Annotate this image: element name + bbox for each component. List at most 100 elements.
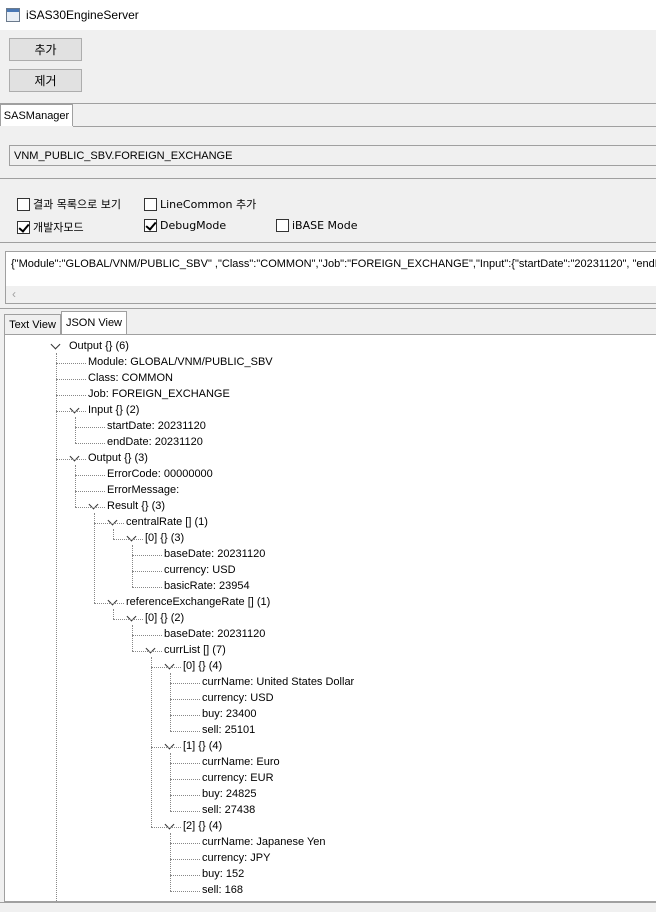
tree-guide-line (113, 609, 114, 619)
tree-leaf-node[interactable]: currency: EUR (202, 771, 274, 786)
window-title: iSAS30EngineServer (26, 8, 139, 22)
tree-leaf-node[interactable]: sell: 168 (202, 883, 243, 898)
tree-leaf-node[interactable]: currName: Euro (202, 755, 280, 770)
tree-connector (56, 411, 86, 412)
tree-leaf-node[interactable]: startDate: 20231120 (107, 419, 206, 434)
checkbox-box (144, 197, 157, 211)
ibase-mode-checkbox[interactable]: iBASE Mode (276, 219, 358, 232)
tree-leaf-node[interactable]: Job: FOREIGN_EXCHANGE (88, 387, 230, 402)
remove-button[interactable]: 제거 (9, 69, 82, 92)
tree-leaf-node[interactable]: baseDate: 20231120 (164, 627, 265, 642)
tab-text-view[interactable]: Text View (4, 314, 61, 334)
tree-connector (56, 395, 86, 396)
tree-branch-node[interactable]: [1] {} (4) (183, 739, 222, 754)
tree-connector (151, 827, 181, 828)
json-tree-view[interactable]: Output {} (6) Module: GLOBAL/VNM/PUBLIC_S… (4, 334, 656, 902)
checkbox-box (17, 197, 30, 211)
tree-branch-node[interactable]: Output {} (3) (88, 451, 148, 466)
tree-connector (56, 459, 86, 460)
tree-leaf-node[interactable]: sell: 27438 (202, 803, 255, 818)
tree-leaf-node[interactable]: sell: 25101 (202, 723, 255, 738)
tree-branch-node[interactable]: Result {} (3) (107, 499, 165, 514)
tree-branch-node[interactable]: [0] {} (2) (145, 611, 184, 626)
tree-branch-node[interactable]: [0] {} (3) (145, 531, 184, 546)
tree-connector (75, 475, 105, 476)
tree-guide-line (75, 417, 76, 443)
tree-connector (94, 603, 124, 604)
checkbox-box (276, 219, 289, 232)
title-bar: iSAS30EngineServer (0, 0, 656, 30)
tree-connector (132, 587, 162, 588)
tree-leaf-node[interactable]: currName: Japanese Yen (202, 835, 326, 850)
divider (0, 178, 656, 179)
tree-guide-line (94, 513, 95, 603)
tree-branch-node[interactable]: currList [] (7) (164, 643, 226, 658)
tree-connector (94, 523, 124, 524)
tree-leaf-node[interactable]: endDate: 20231120 (107, 435, 203, 450)
tree-connector (132, 651, 162, 652)
checkbox-label: iBASE Mode (292, 219, 358, 232)
horizontal-scrollbar[interactable]: ‹ (6, 286, 656, 303)
tree-guide-line (151, 657, 152, 827)
tree-leaf-node[interactable]: ErrorMessage: (107, 483, 179, 498)
tree-leaf-node[interactable]: buy: 152 (202, 867, 244, 882)
tree-branch-node[interactable]: Input {} (2) (88, 403, 139, 418)
tree-connector (56, 379, 86, 380)
status-bar (0, 902, 656, 912)
tree-leaf-node[interactable]: buy: 23400 (202, 707, 256, 722)
tab-json-view[interactable]: JSON View (61, 311, 127, 334)
tree-connector (170, 795, 200, 796)
tree-connector (75, 443, 105, 444)
developer-mode-checkbox[interactable]: 개발자모드 (17, 219, 84, 235)
tree-connector (151, 747, 181, 748)
request-json-text: {"Module":"GLOBAL/VNM/PUBLIC_SBV" ,"Clas… (11, 258, 656, 270)
tree-branch-node[interactable]: [2] {} (4) (183, 819, 222, 834)
tree-leaf-node[interactable]: Class: COMMON (88, 371, 173, 386)
tree-branch-node[interactable]: [0] {} (4) (183, 659, 222, 674)
tree-connector (170, 811, 200, 812)
request-json-input[interactable]: {"Module":"GLOBAL/VNM/PUBLIC_SBV" ,"Clas… (5, 251, 656, 304)
tree-connector (170, 859, 200, 860)
tree-leaf-node[interactable]: buy: 24825 (202, 787, 256, 802)
app-window-icon (6, 8, 20, 22)
tree-connector (132, 635, 162, 636)
tree-connector (170, 891, 200, 892)
checkbox-label: LineCommon 추가 (160, 198, 257, 211)
tab-sasmanager[interactable]: SASManager (0, 104, 73, 126)
tree-connector (113, 539, 143, 540)
expand-chevron-icon[interactable] (50, 339, 61, 350)
module-path-field[interactable]: VNM_PUBLIC_SBV.FOREIGN_EXCHANGE (9, 145, 656, 166)
debug-mode-checkbox[interactable]: DebugMode (144, 219, 226, 232)
tree-connector (170, 763, 200, 764)
tree-connector (170, 843, 200, 844)
tree-branch-node[interactable]: centralRate [] (1) (126, 515, 208, 530)
tree-connector (170, 731, 200, 732)
tree-guide-line (75, 465, 76, 507)
tree-connector (56, 363, 86, 364)
tree-connector (132, 555, 162, 556)
tree-guide-line (56, 353, 57, 901)
scroll-left-icon[interactable]: ‹ (12, 286, 16, 303)
checkbox-box (144, 219, 157, 232)
tree-connector (132, 571, 162, 572)
divider (0, 242, 656, 243)
tree-leaf-node[interactable]: ErrorCode: 00000000 (107, 467, 213, 482)
tree-branch-node[interactable]: Output {} (6) (69, 339, 129, 354)
tree-connector (151, 667, 181, 668)
tree-leaf-node[interactable]: Module: GLOBAL/VNM/PUBLIC_SBV (88, 355, 273, 370)
tree-branch-node[interactable]: referenceExchangeRate [] (1) (126, 595, 270, 610)
tree-connector (170, 715, 200, 716)
tree-leaf-node[interactable]: baseDate: 20231120 (164, 547, 265, 562)
tree-leaf-node[interactable]: currency: JPY (202, 851, 270, 866)
tree-leaf-node[interactable]: currency: USD (202, 691, 274, 706)
tree-connector (75, 507, 105, 508)
tree-leaf-node[interactable]: basicRate: 23954 (164, 579, 250, 594)
checkbox-label: 결과 목록으로 보기 (33, 198, 121, 211)
line-common-add-checkbox[interactable]: LineCommon 추가 (144, 196, 256, 212)
add-button[interactable]: 추가 (9, 38, 82, 61)
tree-leaf-node[interactable]: currName: United States Dollar (202, 675, 354, 690)
divider (0, 103, 656, 104)
tree-leaf-node[interactable]: currency: USD (164, 563, 236, 578)
result-list-view-checkbox[interactable]: 결과 목록으로 보기 (17, 196, 121, 212)
module-path-text: VNM_PUBLIC_SBV.FOREIGN_EXCHANGE (14, 149, 233, 162)
